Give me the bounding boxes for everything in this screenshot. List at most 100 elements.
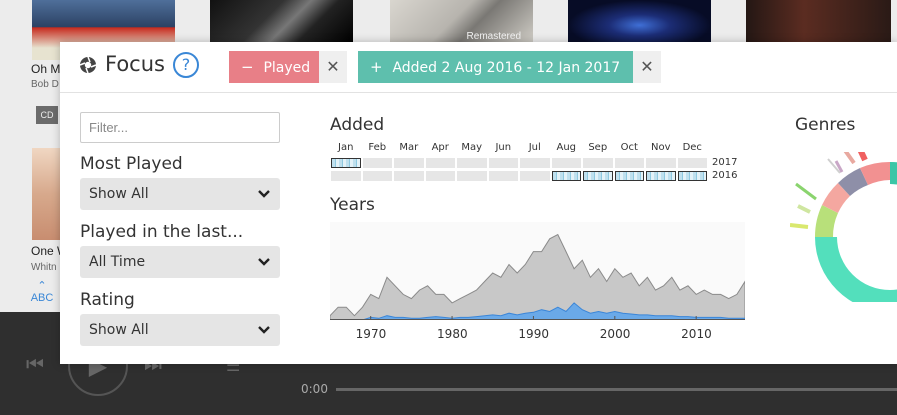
timeline-month-cell[interactable] bbox=[677, 158, 707, 168]
focus-panel: Focus ? − Played ✕ + Added 2 Aug 2016 - … bbox=[60, 42, 897, 364]
month-label: Jan bbox=[338, 142, 354, 153]
timeline-month-cell[interactable] bbox=[394, 171, 424, 181]
album-cover[interactable]: Remastered bbox=[390, 0, 533, 42]
timeline-month-cell[interactable] bbox=[520, 171, 550, 181]
timeline-month-cell[interactable] bbox=[520, 158, 550, 168]
month-label: May bbox=[461, 142, 483, 153]
added-chip-label: Added 2 Aug 2016 - 12 Jan 2017 bbox=[392, 60, 621, 76]
rating-select[interactable]: Show All bbox=[80, 314, 280, 346]
timeline-row-2017[interactable] bbox=[330, 158, 708, 168]
most-played-select[interactable]: Show All bbox=[80, 178, 280, 210]
genre-segment bbox=[857, 152, 868, 162]
timeline-month-cell[interactable] bbox=[331, 158, 361, 168]
timeline-month-cell[interactable] bbox=[583, 171, 613, 181]
genre-segment bbox=[790, 223, 809, 229]
timeline-month-cell[interactable] bbox=[425, 158, 455, 168]
x-tick-label: 1990 bbox=[518, 327, 549, 341]
remove-played-filter-button[interactable]: ✕ bbox=[319, 51, 347, 83]
genres-title: Genres bbox=[795, 115, 856, 135]
most-played-label: Most Played bbox=[80, 154, 183, 174]
played-in-last-value: All Time bbox=[89, 254, 146, 270]
focus-header: Focus ? − Played ✕ + Added 2 Aug 2016 - … bbox=[60, 42, 897, 93]
rating-value: Show All bbox=[89, 322, 149, 338]
timeline-month-cell[interactable] bbox=[646, 158, 676, 168]
timeline-month-cell[interactable] bbox=[551, 158, 581, 168]
month-label: Oct bbox=[620, 142, 638, 153]
years-area-chart[interactable] bbox=[330, 222, 745, 320]
timeline-month-cell[interactable] bbox=[488, 158, 518, 168]
added-title: Added bbox=[330, 115, 385, 135]
filter-input[interactable] bbox=[80, 112, 280, 143]
album-cover[interactable] bbox=[32, 148, 60, 240]
year-label-2016: 2016 bbox=[712, 170, 738, 181]
timeline-month-cell[interactable] bbox=[362, 158, 392, 168]
month-label: Dec bbox=[682, 142, 702, 153]
album-cover[interactable] bbox=[746, 0, 891, 42]
genre-segment bbox=[797, 204, 811, 214]
chevron-down-icon bbox=[258, 190, 270, 198]
plus-icon: + bbox=[370, 58, 383, 76]
month-labels: Jan Feb Mar Apr May Jun Jul Aug Sep Oct Nov Dec bbox=[330, 142, 708, 156]
years-title: Years bbox=[330, 195, 375, 215]
timeline-month-cell[interactable] bbox=[646, 171, 676, 181]
album-artist[interactable]: Bob D bbox=[31, 79, 59, 90]
month-label: Aug bbox=[556, 142, 577, 153]
played-in-last-label: Played in the last... bbox=[80, 222, 244, 242]
close-icon: ✕ bbox=[640, 57, 654, 76]
album-title[interactable]: Oh M bbox=[31, 62, 60, 76]
chevron-down-icon bbox=[258, 326, 270, 334]
genre-segment bbox=[890, 162, 897, 185]
most-played-value: Show All bbox=[89, 186, 149, 202]
alpha-nav[interactable]: ⌃ ABC bbox=[30, 280, 54, 304]
timeline-month-cell[interactable] bbox=[394, 158, 424, 168]
timeline-month-cell[interactable] bbox=[457, 171, 487, 181]
timeline-month-cell[interactable] bbox=[583, 158, 613, 168]
album-cover[interactable] bbox=[210, 0, 353, 42]
remove-added-filter-button[interactable]: ✕ bbox=[633, 51, 661, 83]
chevron-down-icon bbox=[258, 258, 270, 266]
timeline-month-cell[interactable] bbox=[614, 171, 644, 181]
genres-donut-chart[interactable] bbox=[790, 152, 897, 302]
album-cover[interactable] bbox=[568, 0, 711, 42]
genre-segment bbox=[843, 152, 856, 165]
x-tick-label: 1980 bbox=[437, 327, 468, 341]
cd-badge: CD bbox=[36, 106, 58, 124]
album-artist[interactable]: Whitn bbox=[31, 262, 57, 273]
timeline-month-cell[interactable] bbox=[488, 171, 518, 181]
remastered-label: Remastered bbox=[466, 31, 521, 42]
month-label: Sep bbox=[588, 142, 608, 153]
x-tick-label: 2010 bbox=[681, 327, 712, 341]
played-in-last-select[interactable]: All Time bbox=[80, 246, 280, 278]
x-tick-label: 1970 bbox=[355, 327, 387, 341]
rating-label: Rating bbox=[80, 290, 135, 310]
timeline-month-cell[interactable] bbox=[425, 171, 455, 181]
month-label: Mar bbox=[399, 142, 419, 153]
timeline-month-cell[interactable] bbox=[457, 158, 487, 168]
timeline-row-2016[interactable] bbox=[330, 171, 708, 181]
minus-icon: − bbox=[241, 58, 254, 76]
elapsed-time: 0:00 bbox=[301, 382, 328, 396]
aperture-icon bbox=[79, 56, 97, 74]
month-label: Apr bbox=[431, 142, 449, 153]
help-button[interactable]: ? bbox=[173, 52, 199, 78]
month-label: Feb bbox=[368, 142, 387, 153]
played-filter-chip[interactable]: − Played bbox=[229, 51, 319, 83]
added-filter-chip[interactable]: + Added 2 Aug 2016 - 12 Jan 2017 bbox=[358, 51, 633, 83]
previous-track-icon[interactable]: ⏮ bbox=[26, 352, 44, 376]
year-label-2017: 2017 bbox=[712, 157, 738, 168]
month-label: Jul bbox=[528, 142, 541, 153]
focus-title: Focus bbox=[105, 52, 165, 76]
timeline-month-cell[interactable] bbox=[677, 171, 707, 181]
close-icon: ✕ bbox=[326, 57, 340, 76]
timeline-month-cell[interactable] bbox=[331, 171, 361, 181]
played-chip-label: Played bbox=[263, 60, 311, 76]
chevron-up-icon: ⌃ bbox=[37, 280, 47, 292]
x-tick-label: 2000 bbox=[599, 327, 631, 341]
alpha-nav-label: ABC bbox=[30, 292, 54, 304]
progress-bar[interactable] bbox=[336, 388, 897, 391]
month-label: Jun bbox=[495, 142, 512, 153]
timeline-month-cell[interactable] bbox=[362, 171, 392, 181]
genre-segment bbox=[795, 182, 817, 201]
timeline-month-cell[interactable] bbox=[551, 171, 581, 181]
timeline-month-cell[interactable] bbox=[614, 158, 644, 168]
